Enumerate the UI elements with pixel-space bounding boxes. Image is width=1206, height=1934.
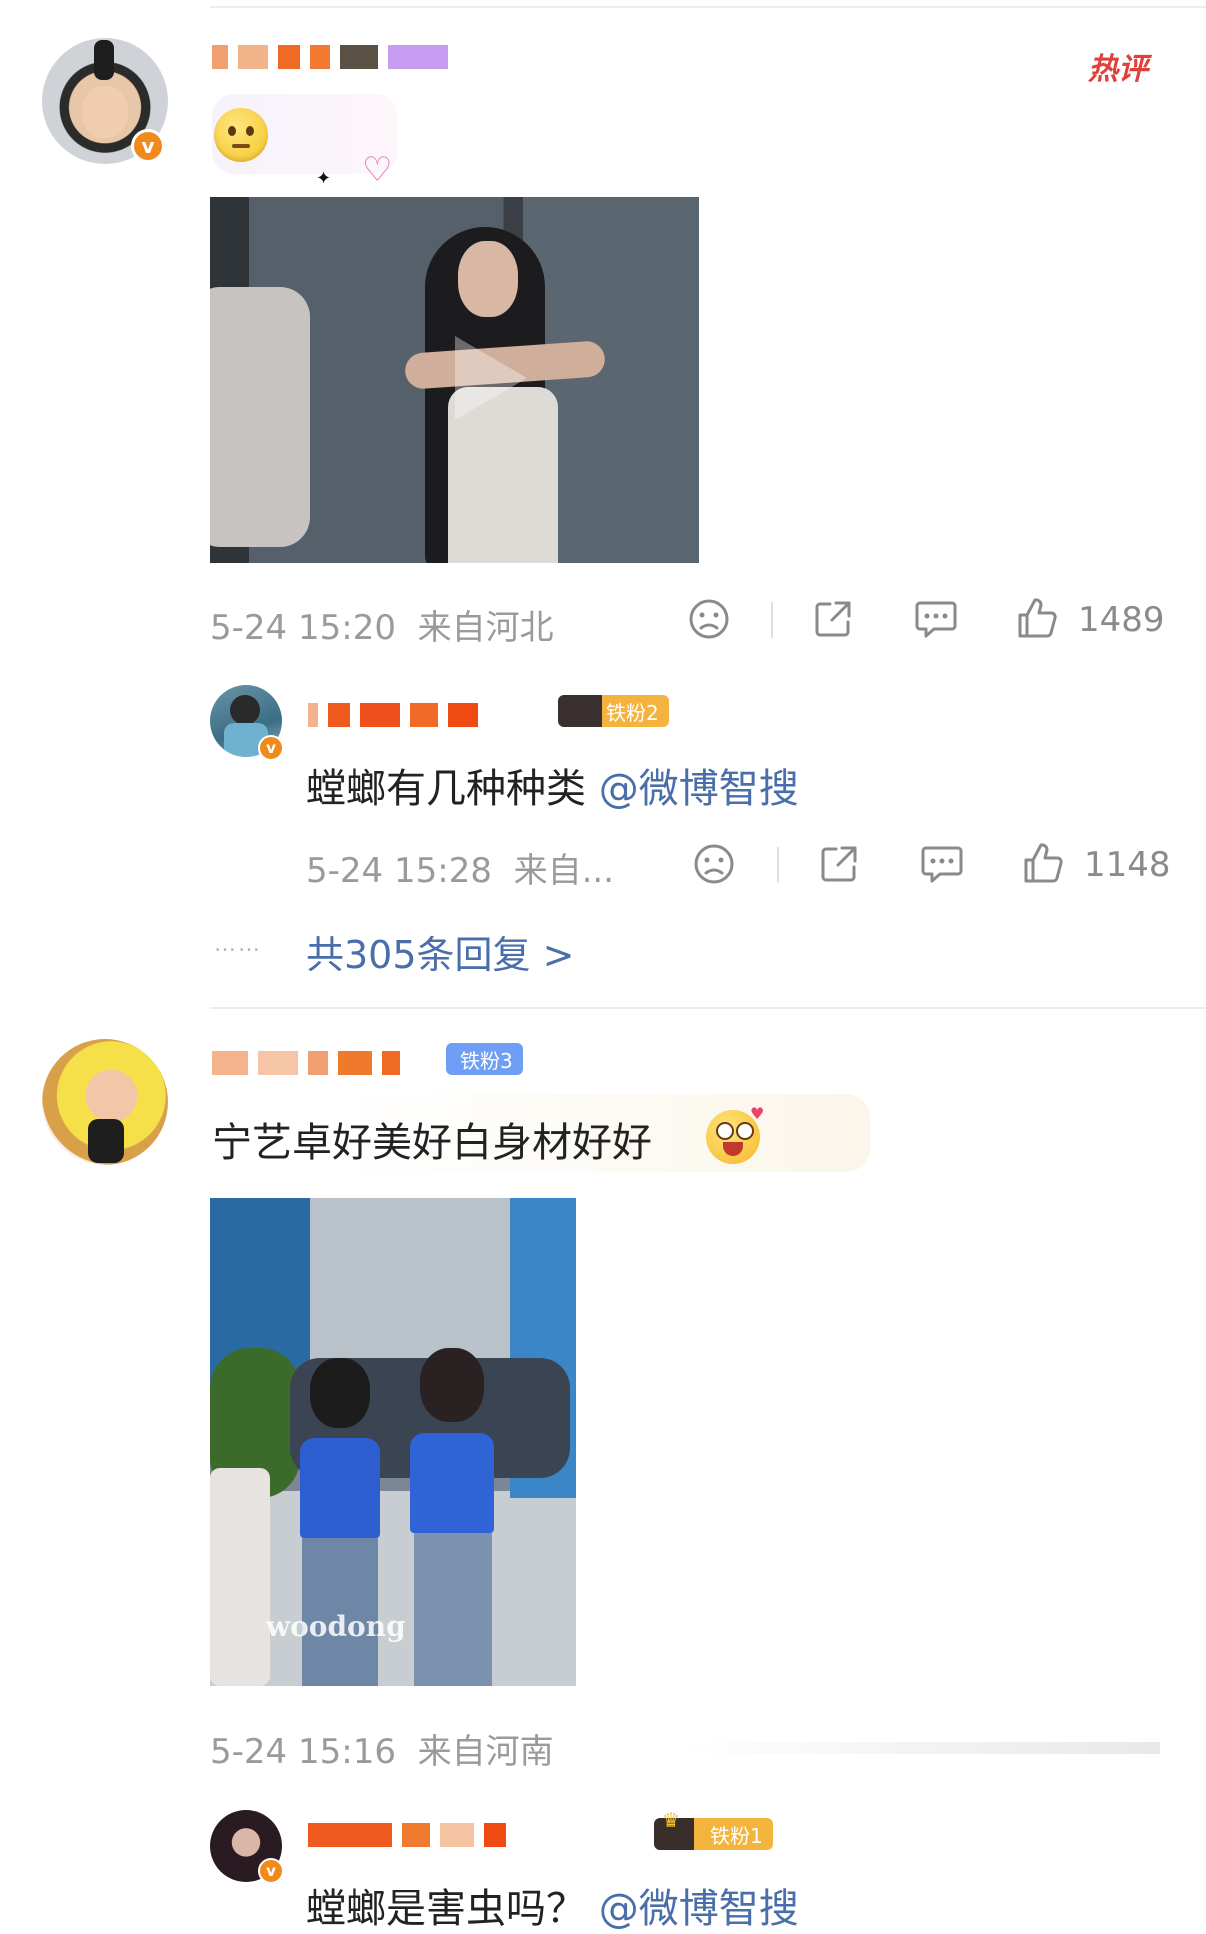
actions-fade bbox=[680, 1742, 1160, 1754]
verified-icon: v bbox=[258, 735, 284, 761]
hot-comment-tag: 热评 bbox=[1088, 52, 1148, 87]
mention-link[interactable]: @微博智搜 bbox=[599, 1886, 799, 1932]
fan-badge: 铁粉2 bbox=[558, 695, 669, 727]
share-icon[interactable] bbox=[812, 598, 854, 640]
top-divider bbox=[210, 6, 1206, 8]
reply-username-obscured[interactable] bbox=[308, 1820, 516, 1850]
dislike-face-icon[interactable] bbox=[693, 843, 735, 885]
dislike-face-icon[interactable] bbox=[688, 598, 730, 640]
reply-text: 螳螂有几种种类 @微博智搜 bbox=[306, 766, 799, 812]
comment-icon[interactable] bbox=[914, 598, 958, 640]
like-icon[interactable] bbox=[1016, 596, 1058, 640]
comment-divider bbox=[210, 1007, 1206, 1009]
verified-icon: v bbox=[258, 1858, 284, 1884]
reply-username-obscured[interactable] bbox=[308, 700, 488, 730]
like-icon[interactable] bbox=[1022, 841, 1064, 885]
reply-text: 螳螂是害虫吗？ @微博智搜 bbox=[306, 1886, 799, 1932]
comment-time: 5-24 15:20 来自河北 bbox=[210, 608, 554, 648]
like-count: 1489 bbox=[1078, 600, 1165, 640]
comment-icon[interactable] bbox=[920, 843, 964, 885]
verified-icon: v bbox=[131, 129, 165, 163]
action-divider bbox=[777, 847, 779, 883]
play-icon[interactable] bbox=[455, 336, 527, 420]
heart-sticker-icon: ♡ bbox=[362, 150, 393, 190]
comment-text: 宁艺卓好美好白身材好好 bbox=[212, 1120, 652, 1166]
heart-icon: ♥ bbox=[750, 1104, 765, 1123]
image-watermark: woodong bbox=[266, 1610, 406, 1643]
more-replies-dots: …… bbox=[214, 932, 262, 957]
action-divider bbox=[771, 602, 773, 638]
comment-time: 5-24 15:16 来自河南 bbox=[210, 1732, 554, 1772]
mention-link[interactable]: @微博智搜 bbox=[599, 766, 799, 812]
crown-icon: ♛ bbox=[662, 1808, 680, 1832]
avatar[interactable] bbox=[42, 1039, 168, 1165]
username-obscured[interactable] bbox=[212, 42, 458, 72]
reply-time: 5-24 15:28 来自... bbox=[306, 851, 615, 891]
thinking-emoji-icon bbox=[214, 108, 268, 162]
fan-badge: 铁粉3 bbox=[446, 1043, 523, 1075]
username-obscured[interactable] bbox=[212, 1048, 410, 1078]
sparkle-icon: ✦ bbox=[316, 168, 332, 189]
share-icon[interactable] bbox=[818, 843, 860, 885]
more-replies-link[interactable]: 共305条回复 > bbox=[306, 924, 574, 979]
like-count: 1148 bbox=[1084, 845, 1171, 885]
